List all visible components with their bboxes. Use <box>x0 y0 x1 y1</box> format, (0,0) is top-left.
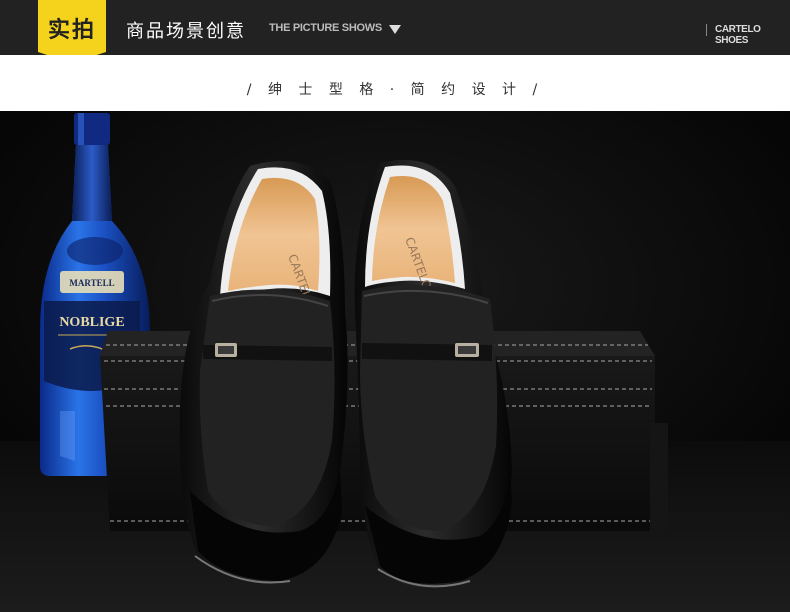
brand-divider <box>706 24 707 36</box>
header-bar: 实拍 商品场景创意 THE PICTURE SHOWS CARTELO SHOE… <box>0 0 790 63</box>
chevron-down-icon <box>389 25 401 34</box>
section-subtitle: THE PICTURE SHOWS <box>269 22 382 34</box>
brand-name: CARTELO SHOES <box>715 24 761 46</box>
tagline-band: / 绅 士 型 格 · 简 约 设 计 / <box>0 55 790 111</box>
tagline: / 绅 士 型 格 · 简 约 设 计 / <box>246 82 544 98</box>
bottle-label-top: MARTELL <box>69 278 114 288</box>
product-photo: MARTELL NOBLIGE CARTELO CARTELO <box>0 111 790 612</box>
real-shot-badge: 实拍 <box>38 0 106 63</box>
badge-label: 实拍 <box>47 18 96 43</box>
bottle-label-main: NOBLIGE <box>59 315 124 330</box>
section-title: 商品场景创意 <box>126 21 246 42</box>
